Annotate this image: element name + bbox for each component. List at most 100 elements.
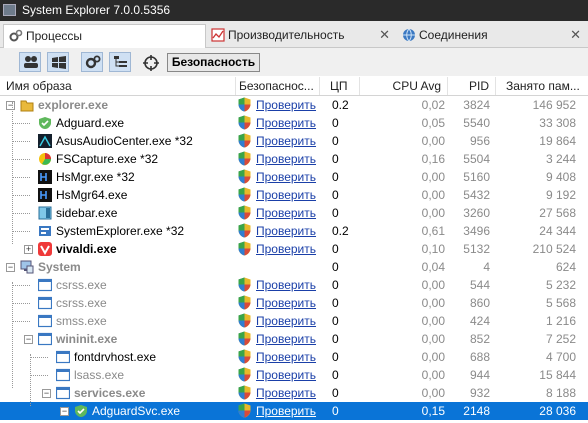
check-link[interactable]: Проверить [256, 204, 316, 222]
process-name: SystemExplorer.exe *32 [56, 224, 185, 238]
tree-connector [12, 285, 30, 286]
check-link[interactable]: Проверить [256, 186, 316, 204]
table-row[interactable]: smss.exe Проверить 0 0,00 424 1 216 [0, 312, 588, 330]
cpu-value: 0 [332, 134, 339, 148]
cpu-avg-value: 0,16 [421, 152, 445, 166]
check-link[interactable]: Проверить [256, 150, 316, 168]
pid-value: 944 [469, 368, 490, 382]
shield-icon [238, 385, 251, 400]
cpu-value: 0 [332, 170, 339, 184]
memory-value: 27 568 [539, 206, 576, 220]
cpu-value: 0 [332, 242, 339, 256]
column-name[interactable]: Имя образа [0, 77, 236, 95]
table-row[interactable]: − services.exe Проверить 0 0,00 932 8 188 [0, 384, 588, 402]
pid-value: 5540 [463, 116, 490, 130]
table-row[interactable]: SystemExplorer.exe *32 Проверить 0.2 0,61 34… [0, 222, 588, 240]
process-name: HsMgr64.exe [56, 188, 128, 202]
collapse-icon[interactable]: − [6, 263, 15, 272]
tree-guide [30, 354, 31, 406]
close-icon[interactable]: ✕ [570, 24, 581, 46]
table-row[interactable]: FSCapture.exe *32 Проверить 0 0,16 5504 3 244 [0, 150, 588, 168]
check-link[interactable]: Проверить [256, 222, 316, 240]
column-cpu-avg[interactable]: CPU Avg [360, 77, 448, 95]
pid-value: 544 [469, 278, 490, 292]
table-row[interactable]: − explorer.exe Проверить 0.2 0,02 3824 146 952 [0, 96, 588, 114]
expand-icon[interactable]: + [24, 245, 33, 254]
pid-value: 688 [469, 350, 490, 364]
collapse-icon[interactable]: − [6, 101, 15, 110]
table-row[interactable]: sidebar.exe Проверить 0 0,00 3260 27 568 [0, 204, 588, 222]
hotkey-icon [38, 170, 52, 184]
close-icon[interactable]: ✕ [379, 24, 390, 46]
shield-icon [238, 115, 251, 130]
shield-icon [238, 133, 251, 148]
tab-connections[interactable]: Соединения ✕ [397, 24, 587, 48]
column-pid[interactable]: PID [448, 77, 496, 95]
check-link[interactable]: Проверить [256, 96, 316, 114]
check-link[interactable]: Проверить [256, 312, 316, 330]
check-link[interactable]: Проверить [256, 114, 316, 132]
tab-performance[interactable]: Производительность ✕ [206, 24, 396, 48]
table-row[interactable]: − AdguardSvc.exe Проверить 0 0,15 2148 28 036 [0, 402, 588, 420]
memory-value: 15 844 [539, 368, 576, 382]
memory-value: 7 252 [545, 332, 576, 346]
memory-value: 5 232 [545, 278, 576, 292]
memory-value: 9 192 [545, 188, 576, 202]
table-row[interactable]: − wininit.exe Проверить 0 0,00 852 7 252 [0, 330, 588, 348]
window-icon [37, 296, 53, 310]
shield-icon [238, 295, 251, 310]
table-row[interactable]: csrss.exe Проверить 0 0,00 860 5 568 [0, 294, 588, 312]
collapse-icon[interactable]: − [24, 335, 33, 344]
adguard-icon [38, 116, 52, 130]
tree-icon [114, 56, 127, 67]
check-link[interactable]: Проверить [256, 348, 316, 366]
check-link[interactable]: Проверить [256, 402, 316, 420]
pid-value: 3260 [463, 206, 490, 220]
hotkey-icon [38, 188, 52, 202]
tree-connector [30, 357, 48, 358]
check-link[interactable]: Проверить [256, 240, 316, 258]
table-row[interactable]: AsusAudioCenter.exe *32 Проверить 0 0,00 956… [0, 132, 588, 150]
process-name: csrss.exe [56, 278, 107, 292]
collapse-icon[interactable]: − [42, 389, 51, 398]
app-icon [3, 4, 16, 16]
table-row[interactable]: fontdrvhost.exe Проверить 0 0,00 688 4 700 [0, 348, 588, 366]
pid-value: 3824 [463, 98, 490, 112]
column-security[interactable]: Безопаснос... [236, 77, 320, 95]
collapse-icon[interactable]: − [60, 407, 69, 416]
pid-value: 852 [469, 332, 490, 346]
check-link[interactable]: Проверить [256, 384, 316, 402]
users-button[interactable] [19, 52, 41, 72]
check-link[interactable]: Проверить [256, 132, 316, 150]
check-link[interactable]: Проверить [256, 294, 316, 312]
table-row[interactable]: lsass.exe Проверить 0 0,00 944 15 844 [0, 366, 588, 384]
table-row[interactable]: csrss.exe Проверить 0 0,00 544 5 232 [0, 276, 588, 294]
cpu-avg-value: 0,00 [421, 170, 445, 184]
check-link[interactable]: Проверить [256, 366, 316, 384]
cpu-value: 0 [332, 278, 339, 292]
column-memory[interactable]: Занято пам... [496, 77, 588, 95]
check-link[interactable]: Проверить [256, 168, 316, 186]
cpu-value: 0 [332, 386, 339, 400]
table-row[interactable]: Adguard.exe Проверить 0 0,05 5540 33 308 [0, 114, 588, 132]
table-row[interactable]: HsMgr.exe *32 Проверить 0 0,00 5160 9 408 [0, 168, 588, 186]
tab-processes[interactable]: Процессы [3, 24, 206, 48]
column-cpu[interactable]: ЦП [320, 77, 360, 95]
tree-view-button[interactable] [109, 52, 131, 72]
check-link[interactable]: Проверить [256, 276, 316, 294]
cpu-value: 0 [332, 206, 339, 220]
table-row[interactable]: HsMgr64.exe Проверить 0 0,00 5432 9 192 [0, 186, 588, 204]
table-row[interactable]: + vivaldi.exe Проверить 0 0,10 5132 210 524 [0, 240, 588, 258]
security-button[interactable]: Безопасность [167, 53, 260, 72]
windows-button[interactable] [47, 52, 69, 72]
capture-icon [38, 152, 52, 166]
target-button[interactable] [139, 52, 161, 72]
memory-value: 28 036 [539, 404, 576, 418]
toolbar: Безопасность [0, 48, 588, 76]
title-bar: System Explorer 7.0.0.5356 [0, 0, 588, 21]
check-link[interactable]: Проверить [256, 330, 316, 348]
shield-icon [238, 151, 251, 166]
table-row[interactable]: − System 0 0,04 4 624 [0, 258, 588, 276]
cpu-avg-value: 0,00 [421, 296, 445, 310]
services-button[interactable] [81, 52, 103, 72]
